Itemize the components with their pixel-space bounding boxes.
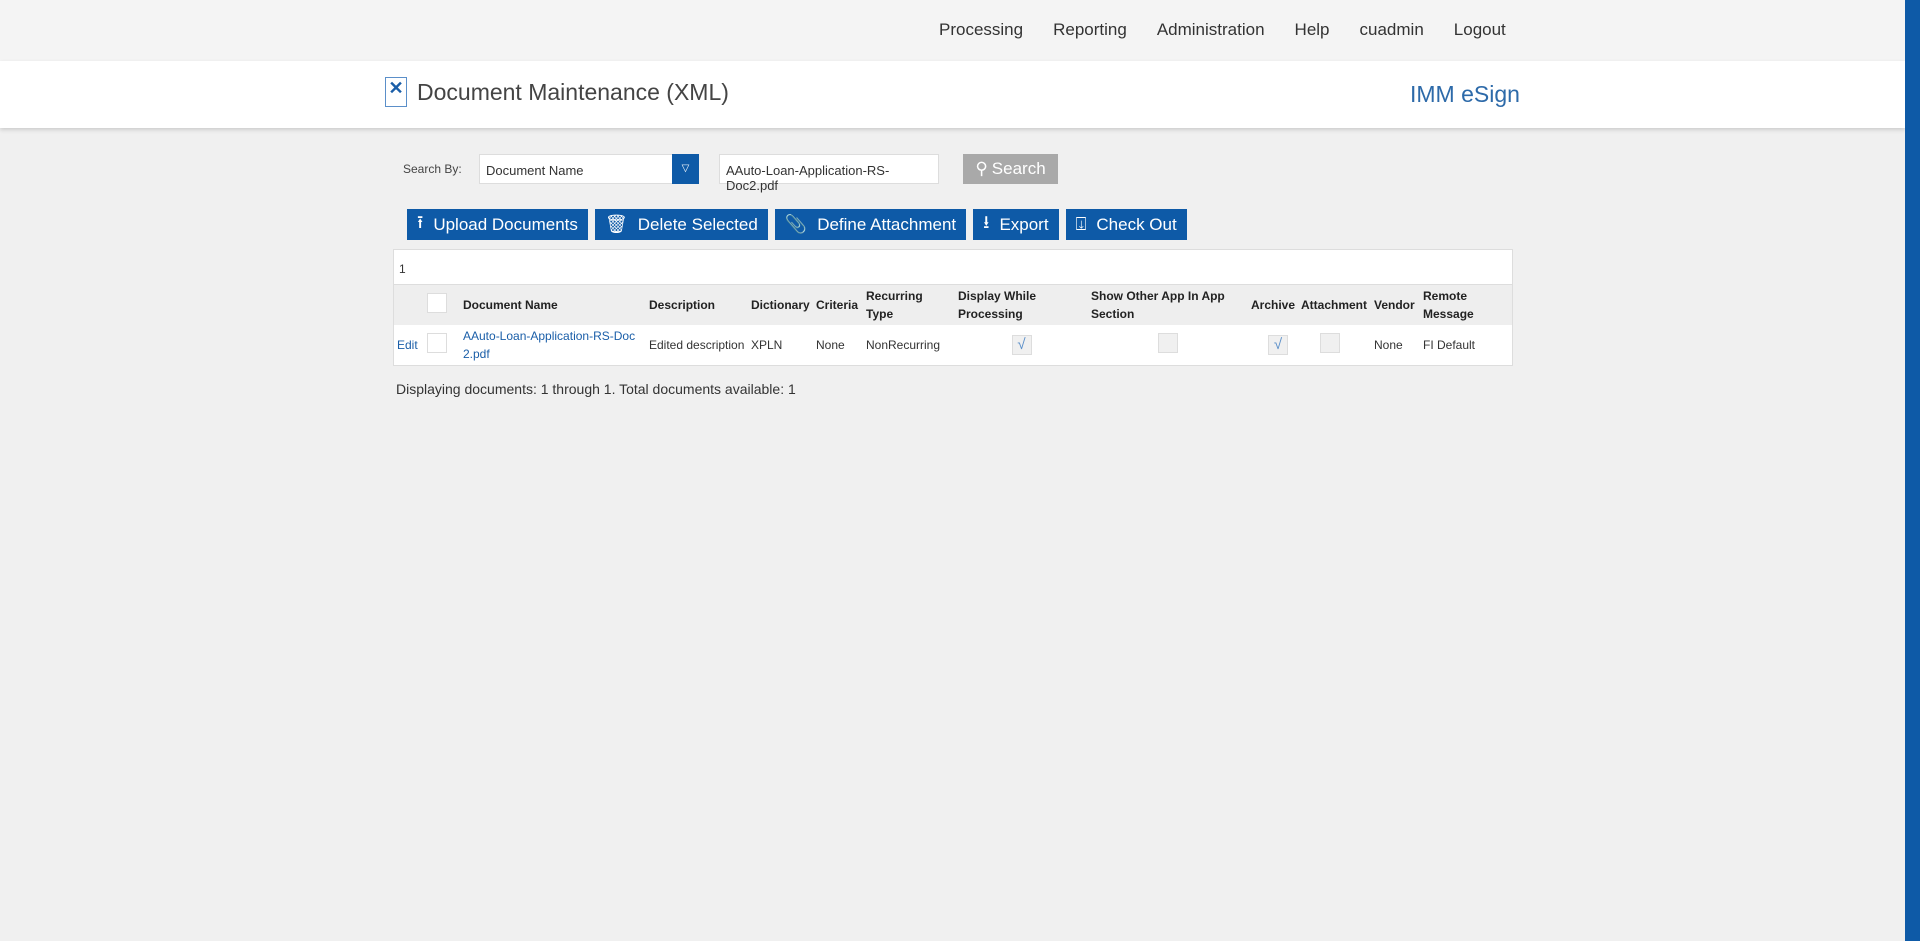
delete-selected-button[interactable]: 🗑 Delete Selected <box>594 209 768 240</box>
upload-documents-button[interactable]: ⭱ Upload Documents <box>407 209 588 240</box>
vendor-cell: None <box>1374 338 1403 352</box>
nav-help[interactable]: Help <box>1295 20 1330 40</box>
paperclip-icon: 📎 <box>784 214 808 234</box>
trash-icon: 🗑 <box>604 214 628 234</box>
search-field-select[interactable]: Document Name ▽ <box>479 154 699 184</box>
col-recurring-type[interactable]: Recurring Type <box>863 285 955 325</box>
criteria-cell: None <box>816 338 845 352</box>
row-select-checkbox[interactable] <box>427 332 447 353</box>
main-nav: Processing Reporting Administration Help… <box>939 20 1905 40</box>
action-toolbar: ⭱ Upload Documents 🗑 Delete Selected 📎 Defi… <box>407 209 1187 240</box>
display-while-processing-checkbox: √ <box>1011 335 1032 355</box>
documents-grid: 1 Document Name Description Dictionary C… <box>393 249 1513 366</box>
page-header: ✕ Document Maintenance (XML) IMM eSign <box>0 61 1905 128</box>
search-icon: ⚲ <box>975 159 988 178</box>
side-scroll-bar <box>1905 0 1920 941</box>
col-vendor[interactable]: Vendor <box>1371 285 1420 325</box>
col-archive[interactable]: Archive <box>1248 285 1298 325</box>
col-criteria[interactable]: Criteria <box>813 285 863 325</box>
col-remote-message[interactable]: Remote Message <box>1420 285 1512 325</box>
description-cell: Edited description <box>649 338 745 352</box>
download-icon: ⭳ <box>983 211 990 232</box>
pager: 1 <box>394 250 1512 285</box>
col-attachment[interactable]: Attachment <box>1298 285 1371 325</box>
define-attachment-button[interactable]: 📎 Define Attachment <box>774 209 967 240</box>
page-link-1[interactable]: 1 <box>399 262 406 276</box>
dictionary-cell: XPLN <box>751 338 783 352</box>
nav-processing[interactable]: Processing <box>939 20 1023 40</box>
chevron-down-icon[interactable]: ▽ <box>672 154 699 184</box>
brand-name: IMM eSign <box>1410 81 1520 107</box>
check-out-button[interactable]: ⍗ Check Out <box>1065 209 1187 240</box>
table-header-row: Document Name Description Dictionary Cri… <box>394 285 1512 325</box>
select-all-checkbox[interactable] <box>427 292 447 313</box>
edit-link[interactable]: Edit <box>397 338 418 352</box>
recurring-type-cell: NonRecurring <box>866 338 941 352</box>
col-document-name[interactable]: Document Name <box>460 285 646 325</box>
col-description[interactable]: Description <box>646 285 748 325</box>
nav-user[interactable]: cuadmin <box>1360 20 1424 40</box>
search-field-value: Document Name <box>486 163 584 178</box>
export-button[interactable]: ⭳ Export <box>973 209 1059 240</box>
col-dictionary[interactable]: Dictionary <box>748 285 813 325</box>
top-bar: Processing Reporting Administration Help… <box>0 0 1905 61</box>
document-name-link[interactable]: AAuto-Loan-Application-RS-Doc2.pdf <box>463 329 635 361</box>
nav-reporting[interactable]: Reporting <box>1053 20 1127 40</box>
search-input[interactable]: AAuto-Loan-Application-RS-Doc2.pdf <box>719 154 939 193</box>
col-display-while-processing[interactable]: Display While Processing <box>955 285 1088 325</box>
results-summary: Displaying documents: 1 through 1. Total… <box>396 381 796 397</box>
col-show-other-app[interactable]: Show Other App In App Section <box>1088 285 1248 325</box>
nav-logout[interactable]: Logout <box>1454 20 1506 40</box>
search-by-label: Search By: <box>403 162 462 176</box>
table-row: Edit AAuto-Loan-Application-RS-Doc2.pdf … <box>394 325 1512 365</box>
attachment-checkbox <box>1320 332 1340 353</box>
show-other-app-checkbox <box>1158 332 1178 353</box>
search-button[interactable]: ⚲ Search <box>963 154 1058 184</box>
check-out-icon: ⍗ <box>1075 214 1087 234</box>
upload-icon: ⭱ <box>417 211 424 232</box>
document-tools-icon: ✕ <box>385 77 407 107</box>
page-title: Document Maintenance (XML) <box>417 78 729 105</box>
archive-checkbox: √ <box>1268 335 1288 355</box>
nav-administration[interactable]: Administration <box>1157 20 1265 40</box>
remote-message-cell: FI Default <box>1423 338 1476 352</box>
